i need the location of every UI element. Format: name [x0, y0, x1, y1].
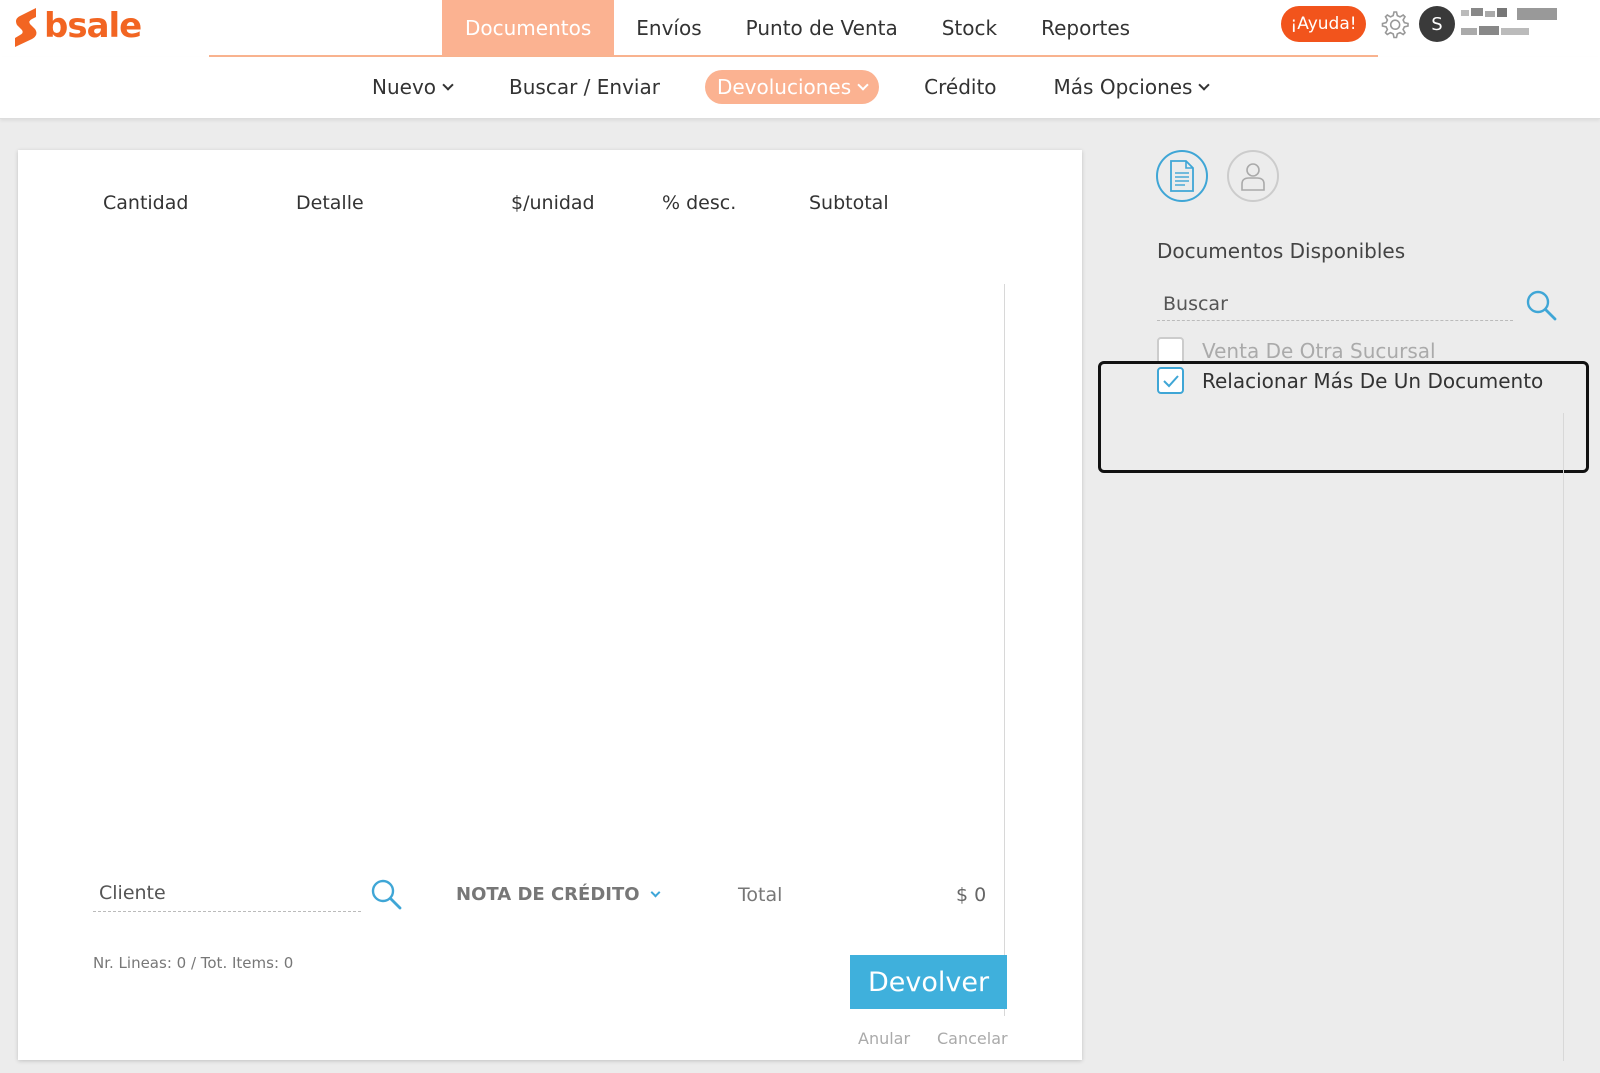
brand-name: bsale [44, 6, 142, 46]
main-nav: Documentos Envíos Punto de Venta Stock R… [442, 0, 1152, 56]
nav-documentos[interactable]: Documentos [442, 0, 615, 56]
chevron-down-icon [650, 887, 660, 898]
document-icon [1170, 160, 1194, 192]
option-venta-otra-sucursal[interactable]: Venta De Otra Sucursal [1157, 337, 1436, 364]
nav-stock[interactable]: Stock [920, 0, 1019, 56]
document-search-input[interactable]: Buscar [1157, 287, 1513, 321]
document-type-select[interactable]: NOTA DE CRÉDITO [456, 884, 660, 905]
search-icon[interactable] [1525, 289, 1559, 323]
document-type-label: NOTA DE CRÉDITO [456, 884, 640, 905]
bsale-logo-icon [15, 8, 37, 47]
subnav-credito[interactable]: Crédito [912, 70, 1008, 104]
subnav-mas-opciones-label: Más Opciones [1053, 75, 1193, 99]
chevron-down-icon [857, 79, 869, 91]
total-label: Total [738, 884, 783, 906]
sub-nav: Nuevo Buscar / Enviar Devoluciones Crédi… [360, 69, 1253, 105]
client-tab[interactable] [1227, 150, 1279, 202]
brand-logo[interactable]: bsale [12, 2, 142, 54]
cliente-input[interactable]: Cliente [93, 876, 361, 912]
subnav-buscar-enviar[interactable]: Buscar / Enviar [497, 70, 672, 104]
chevron-down-icon [442, 79, 454, 91]
nav-envios[interactable]: Envíos [614, 0, 723, 56]
checkbox-venta-otra-sucursal[interactable] [1157, 337, 1184, 364]
sub-nav-bar: Nuevo Buscar / Enviar Devoluciones Crédi… [0, 57, 1600, 119]
column-header-discount: % desc. [662, 192, 737, 214]
subnav-buscar-enviar-label: Buscar / Enviar [509, 75, 660, 99]
total-value: $ 0 [956, 884, 987, 906]
subnav-devoluciones[interactable]: Devoluciones [704, 70, 880, 104]
return-document-card: Cantidad Detalle $/unidad % desc. Subtot… [18, 150, 1082, 1060]
subnav-credito-label: Crédito [924, 75, 997, 99]
gear-icon[interactable] [1377, 7, 1411, 41]
subnav-mas-opciones[interactable]: Más Opciones [1042, 70, 1221, 104]
option-label: Venta De Otra Sucursal [1202, 338, 1436, 363]
annotation-highlight-box [1098, 361, 1589, 473]
documents-list-scrollbar[interactable] [1563, 413, 1564, 1061]
line-summary: Nr. Lineas: 0 / Tot. Items: 0 [93, 954, 294, 972]
cliente-placeholder: Cliente [99, 882, 166, 904]
top-bar: bsale Documentos Envíos Punto de Venta S… [0, 0, 1600, 57]
anular-link[interactable]: Anular [858, 1029, 910, 1048]
column-header-cantidad: Cantidad [103, 192, 189, 214]
nav-reportes[interactable]: Reportes [1019, 0, 1152, 56]
column-header-unit-price: $/unidad [511, 192, 595, 214]
column-header-detalle: Detalle [296, 192, 364, 214]
column-header-subtotal: Subtotal [809, 192, 889, 214]
subnav-devoluciones-label: Devoluciones [716, 75, 852, 99]
available-documents-title: Documentos Disponibles [1157, 239, 1406, 263]
user-avatar[interactable]: S [1419, 6, 1455, 42]
items-scrollbar[interactable] [1004, 284, 1005, 1016]
search-icon[interactable] [370, 878, 404, 912]
subnav-nuevo-label: Nuevo [372, 75, 437, 99]
help-button[interactable]: ¡Ayuda! [1281, 6, 1366, 42]
subnav-nuevo[interactable]: Nuevo [360, 70, 464, 104]
user-icon [1241, 163, 1265, 191]
cancelar-link[interactable]: Cancelar [937, 1029, 1008, 1048]
nav-punto-de-venta[interactable]: Punto de Venta [724, 0, 920, 56]
user-name-pixelated[interactable] [1461, 8, 1557, 38]
document-search-placeholder: Buscar [1163, 293, 1228, 315]
devolver-button[interactable]: Devolver [850, 955, 1007, 1009]
documents-tab[interactable] [1156, 150, 1208, 202]
chevron-down-icon [1198, 79, 1211, 91]
